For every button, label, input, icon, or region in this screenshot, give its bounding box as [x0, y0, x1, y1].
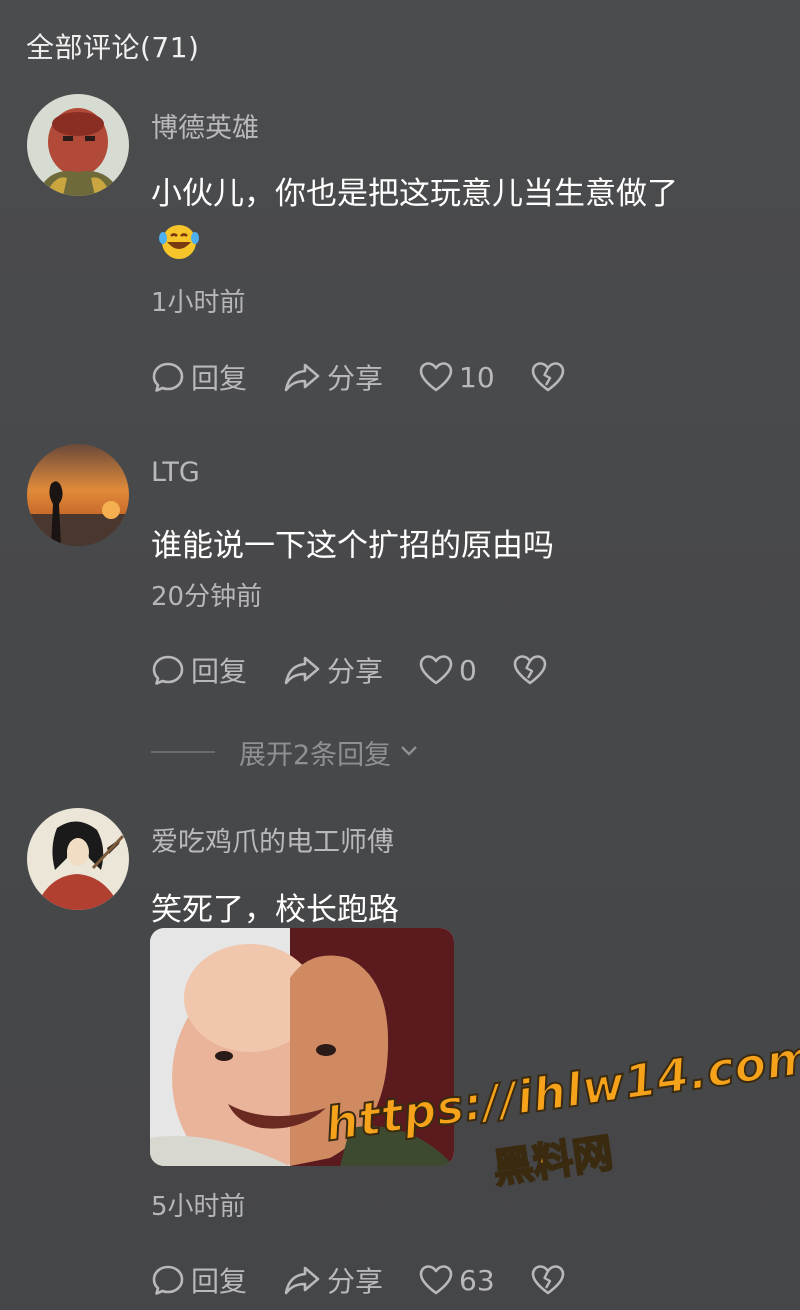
- username[interactable]: 博德英雄: [151, 106, 259, 145]
- comment-bubble-icon: [151, 653, 185, 687]
- reply-label: 回复: [191, 655, 248, 688]
- share-label: 分享: [327, 1265, 384, 1298]
- reply-button[interactable]: 回复: [151, 357, 247, 397]
- like-count: 10: [459, 360, 495, 394]
- reply-button[interactable]: 回复: [151, 1260, 247, 1300]
- broken-heart-icon: [531, 1264, 565, 1296]
- comment-time: 1小时前: [151, 288, 246, 318]
- reply-label: 回复: [191, 1265, 248, 1298]
- like-count: 63: [459, 1263, 495, 1297]
- like-button[interactable]: 63: [419, 1264, 495, 1297]
- broken-heart-icon: [531, 361, 565, 393]
- share-arrow-icon: [283, 360, 321, 394]
- comment-time: 20分钟前: [151, 582, 263, 612]
- comment-actions: 回复 分享 0: [151, 650, 583, 690]
- dislike-button[interactable]: [531, 1264, 565, 1296]
- share-label: 分享: [327, 655, 384, 688]
- broken-heart-icon: [513, 654, 547, 686]
- dislike-button[interactable]: [531, 361, 565, 393]
- expand-replies-label: 展开2条回复: [239, 739, 392, 771]
- comments-title: 全部评论(71): [26, 31, 200, 64]
- heart-icon: [419, 361, 453, 393]
- expand-replies-button[interactable]: 展开2条回复: [151, 732, 419, 772]
- comment-actions: 回复 分享 63: [151, 1260, 601, 1300]
- avatar[interactable]: [27, 94, 129, 196]
- share-arrow-icon: [283, 653, 321, 687]
- share-arrow-icon: [283, 1263, 321, 1297]
- watermark-site-name: 黑料网: [489, 1129, 616, 1193]
- share-label: 分享: [327, 362, 384, 395]
- heart-icon: [419, 654, 453, 686]
- comment-text: 笑死了，校长跑路: [151, 892, 399, 928]
- chevron-down-icon: [399, 743, 419, 762]
- share-button[interactable]: 分享: [283, 650, 383, 690]
- laughing-tears-emoji-icon: [158, 220, 200, 262]
- comment-bubble-icon: [151, 1263, 185, 1297]
- comment-time: 5小时前: [151, 1192, 246, 1222]
- comment-text: 谁能说一下这个扩招的原由吗: [151, 528, 554, 564]
- heart-icon: [419, 1264, 453, 1296]
- divider-line: [151, 751, 215, 753]
- share-button[interactable]: 分享: [283, 1260, 383, 1300]
- like-count: 0: [459, 653, 477, 687]
- reply-label: 回复: [191, 362, 248, 395]
- like-button[interactable]: 0: [419, 654, 477, 687]
- dislike-button[interactable]: [513, 654, 547, 686]
- comment-bubble-icon: [151, 360, 185, 394]
- comments-screen: 全部评论(71) 博德英雄 小伙儿，你也是把这玩意儿当生意做了 1小时前 回复 …: [0, 0, 800, 1310]
- username[interactable]: 爱吃鸡爪的电工师傅: [151, 820, 394, 859]
- comment-actions: 回复 分享 10: [151, 357, 601, 397]
- avatar[interactable]: [27, 444, 129, 546]
- reply-button[interactable]: 回复: [151, 650, 247, 690]
- share-button[interactable]: 分享: [283, 357, 383, 397]
- avatar[interactable]: [27, 808, 129, 910]
- like-button[interactable]: 10: [419, 361, 495, 394]
- comment-text: 小伙儿，你也是把这玩意儿当生意做了: [151, 176, 678, 212]
- username[interactable]: LTG: [151, 457, 200, 488]
